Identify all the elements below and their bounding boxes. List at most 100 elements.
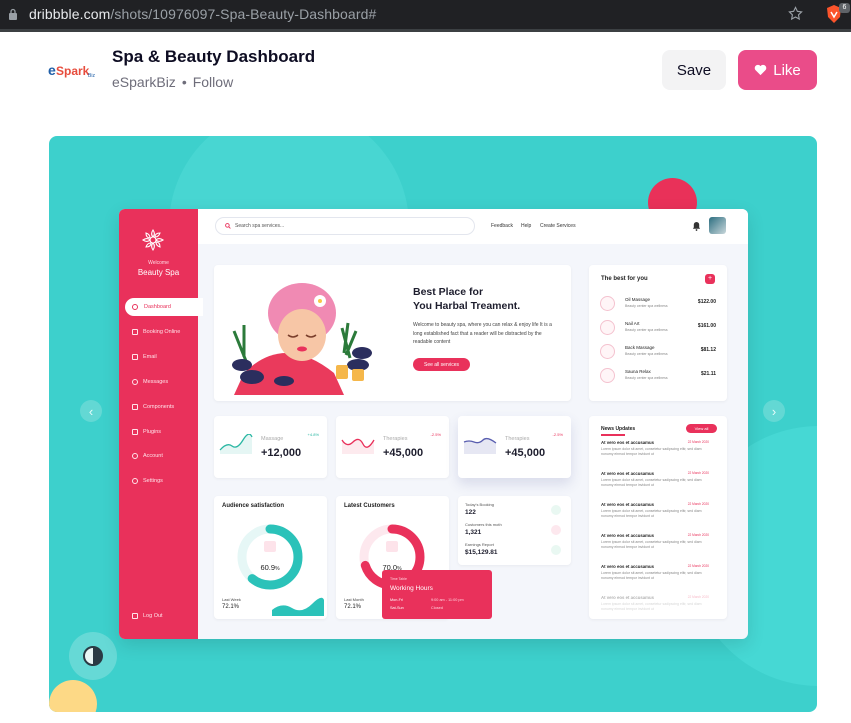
follow-link[interactable]: Follow [193,74,233,90]
stat-card-massage: Massage +12,000 +4.8% [214,416,327,478]
news-date: 22 March 2020 [687,502,709,506]
sparkline-icon [463,437,497,454]
service-subtitle: Beauty center spa wellness [625,304,668,308]
gauge-percent: 60.9 [260,563,276,572]
hours-time: Closed [431,606,443,610]
sidebar-item-label: Dashboard [144,304,171,310]
news-body: Lorem ipsum dolor sit amet, consetetur s… [601,509,702,519]
stat-change: +4.8% [307,432,319,437]
save-button[interactable]: Save [662,50,726,90]
stat-change: -2.5% [430,432,441,437]
service-item[interactable]: Oil Massage Beauty center spa wellness $12… [600,295,716,313]
service-subtitle: Beauty center spa wellness [625,376,668,380]
news-body: Lorem ipsum dolor sit amet, consetetur s… [601,602,702,612]
shot-title: Spa & Beauty Dashboard [112,47,316,66]
service-price: $161.00 [697,323,716,329]
gear-icon [132,478,138,484]
gauge-value: 60.9% [250,563,290,572]
gauge-foot-value: 72.1% [222,604,240,610]
bell-icon[interactable] [692,221,701,231]
add-service-button[interactable]: + [705,274,715,284]
sidebar-item-booking[interactable]: Booking Online [132,327,180,337]
mini-stat-label: Customers this moth [465,522,502,527]
sidebar-item-settings[interactable]: Settings [132,476,163,486]
best-for-you-card: The best for you + Oil Massage Beauty cen… [589,265,727,401]
next-arrow-icon[interactable]: › [763,400,785,422]
news-item[interactable]: At vero eos et accusamus 22 March 2020 Lor… [601,502,709,519]
lotus-logo-icon [142,229,164,251]
sidebar-item-email[interactable]: Email [132,352,157,362]
logout-button[interactable]: Log Out [132,611,163,621]
sidebar-item-label: Account [143,453,163,459]
create-services-link[interactable]: Create Services [540,223,576,229]
mini-stat-value: 122 [465,509,476,516]
prev-arrow-icon[interactable]: ‹ [80,400,102,422]
like-label: Like [773,61,801,79]
see-all-services-button[interactable]: See all services [413,358,470,371]
gauge-foot-label: Last Month [344,597,364,602]
mail-icon [132,354,138,360]
mini-stat-row: Earnings Report $15,129.81 [465,542,561,564]
trend-down-icon [551,525,561,535]
service-item[interactable]: Back Massage Beauty center spa wellness $8… [600,343,716,361]
service-price: $81.12 [700,347,716,353]
hero-card: Best Place for You Harbal Treament. Welco… [214,265,571,401]
like-button[interactable]: Like [738,50,817,90]
sidebar-item-label: Messages [143,379,169,385]
search-placeholder: Search spa services... [235,223,285,229]
bookmark-star-icon[interactable] [788,6,803,21]
dashboard-mockup: Welcome Beauty Spa Dashboard Booking Onl… [119,209,748,639]
service-item[interactable]: Nail Art Beauty center spa wellness $161.0… [600,319,716,337]
esparkbiz-logo[interactable]: e Spark Biz [48,55,100,85]
shot-image: ‹ › Welcome Beauty Spa Dashboard Booking… [49,136,817,712]
hero-title: Best Place for You Harbal Treament. [413,285,553,313]
help-link[interactable]: Help [521,223,531,229]
hero-title-line: You Harbal Treament. [413,300,521,312]
svg-text:Spark: Spark [56,64,90,78]
chat-icon [132,379,138,385]
news-item[interactable]: At vero eos et accusamus 22 March 2020 Lor… [601,564,709,581]
search-input[interactable]: Search spa services... [215,217,475,235]
sidebar-item-account[interactable]: Account [132,451,163,461]
browser-url-bar[interactable]: dribbble.com/shots/10976097-Spa-Beauty-D… [0,0,851,29]
mini-stats-card: Today's Booking 122 Customers this moth 1,… [458,496,571,565]
home-icon [132,304,138,310]
plug-icon [132,429,138,435]
avatar[interactable] [709,217,726,234]
sidebar-item-label: Booking Online [143,329,181,335]
url-text[interactable]: dribbble.com/shots/10976097-Spa-Beauty-D… [29,6,376,22]
sidebar-item-components[interactable]: Components [132,402,174,412]
service-price: $122.00 [697,299,716,305]
view-all-button[interactable]: View all [686,424,717,433]
user-icon [132,453,138,459]
dashboard-sidebar: Welcome Beauty Spa Dashboard Booking Onl… [119,209,203,639]
grid-icon [132,404,138,410]
news-date: 22 March 2020 [687,595,709,599]
hours-days: Sat-Sun [390,606,404,610]
news-item[interactable]: At vero eos et accusamus 22 March 2020 Lor… [601,595,709,612]
mini-stat-label: Today's Booking [465,502,495,507]
service-item[interactable]: Sauna Relax Beauty center spa wellness $21… [600,367,716,385]
news-item[interactable]: At vero eos et accusamus 22 March 2020 Lor… [601,440,709,457]
sidebar-item-dashboard[interactable]: Dashboard [125,298,203,316]
sidebar-item-messages[interactable]: Messages [132,377,168,387]
page: dribbble.com/shots/10976097-Spa-Beauty-D… [0,0,851,723]
decor-yellow-circle [49,680,97,712]
news-item[interactable]: At vero eos et accusamus 22 March 2020 Lor… [601,533,709,550]
gauge-foot-value: 72.1% [344,604,362,610]
sidebar-item-plugins[interactable]: Plugins [132,427,161,437]
news-body: Lorem ipsum dolor sit amet, consetetur s… [601,478,702,488]
news-item[interactable]: At vero eos et accusamus 22 March 2020 Lor… [601,471,709,488]
sidebar-spa-name: Beauty Spa [137,268,180,277]
calendar-icon [132,329,138,335]
stat-label: Therapies [383,436,408,442]
service-price: $21.11 [700,371,716,377]
sidebar-item-label: Plugins [143,429,162,435]
feedback-link[interactable]: Feedback [491,223,513,229]
gauge-title: Audience satisfaction [222,503,285,509]
stat-value: +12,000 [261,447,302,459]
hours-time: 9:00 am - 11:00 pm [431,598,464,602]
news-body: Lorem ipsum dolor sit amet, consetetur s… [601,447,702,457]
stat-value: +45,000 [383,447,424,459]
author-link[interactable]: eSparkBiz [112,74,176,90]
